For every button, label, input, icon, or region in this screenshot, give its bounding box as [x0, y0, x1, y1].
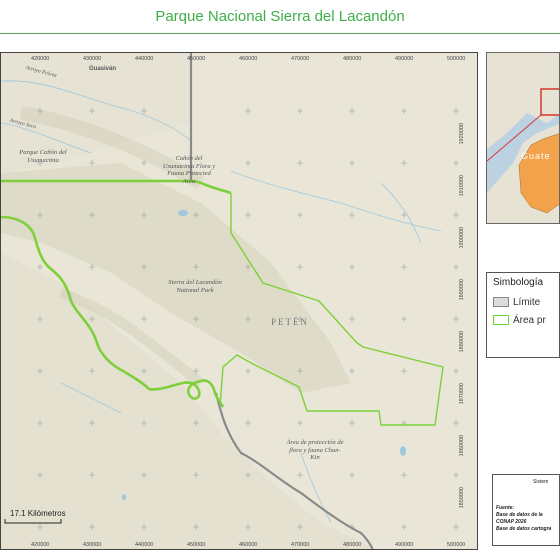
- x-tick: 450000: [187, 56, 206, 62]
- y-tick: 1870000: [459, 383, 465, 405]
- legend-item-limite: Límite: [493, 297, 540, 311]
- x-tick: 470000: [291, 56, 310, 62]
- y-tick: 1850000: [459, 487, 465, 509]
- x-tick: 440000: [135, 56, 154, 62]
- inset-country-label: Guate: [521, 151, 551, 161]
- sources-line: Fuente:: [496, 505, 515, 511]
- area-label-chankin: Área de protección de flora y fauna Chan…: [286, 439, 344, 461]
- x-tick: 490000: [395, 56, 414, 62]
- x-tick: 460000: [239, 56, 258, 62]
- map-canvas: [1, 53, 477, 549]
- y-tick: 1900000: [459, 227, 465, 249]
- sources-line: CONAP 2026: [496, 519, 527, 525]
- y-tick: 1890000: [459, 279, 465, 301]
- sources-header: Sistem: [533, 479, 549, 485]
- x-tick: 420000: [31, 56, 50, 62]
- area-label-sierra-park: Sierra del Lacandón National Park: [168, 279, 222, 294]
- x-tick: 430000: [83, 56, 102, 62]
- x-tick-bottom: 440000: [135, 542, 154, 548]
- x-tick: 500000: [447, 56, 466, 62]
- sources-line: Base de datos de la: [496, 512, 543, 518]
- map-title: Parque Nacional Sierra del Lacandón: [155, 8, 405, 25]
- legend: Simbología Límite Área pr: [486, 272, 560, 358]
- legend-label: Área pr: [513, 315, 546, 326]
- legend-swatch-limite: [493, 297, 509, 308]
- legend-swatch-area: [493, 315, 509, 326]
- scale-bar-label: 17.1 Kilómetros: [0, 509, 66, 518]
- sources-line: Base de datos cartogra: [496, 526, 552, 532]
- x-tick-bottom: 490000: [395, 542, 414, 548]
- title-divider: [0, 33, 560, 34]
- lake-3: [122, 494, 126, 500]
- locator-inset-map[interactable]: Guate: [486, 52, 560, 224]
- sources-text: Fuente: Base de datos de la CONAP 2026 B…: [496, 505, 551, 533]
- department-label-peten: PETÉN: [271, 317, 309, 327]
- x-tick: 480000: [343, 56, 362, 62]
- legend-item-area: Área pr: [493, 315, 546, 329]
- lake-2: [400, 446, 406, 456]
- legend-title: Simbología: [493, 277, 544, 288]
- inset-canvas: [487, 53, 559, 223]
- main-map[interactable]: 420000 430000 440000 450000 460000 47000…: [0, 52, 478, 550]
- sources-box: Sistem Fuente: Base de datos de la CONAP…: [492, 474, 560, 546]
- y-tick: 1880000: [459, 331, 465, 353]
- lake-1: [178, 210, 188, 216]
- y-tick: 1920000: [459, 123, 465, 145]
- x-tick-bottom: 460000: [239, 542, 258, 548]
- legend-label: Límite: [513, 297, 541, 308]
- x-tick-bottom: 500000: [447, 542, 466, 548]
- y-tick: 1910000: [459, 175, 465, 197]
- x-tick-bottom: 470000: [291, 542, 310, 548]
- area-label-canon-park: Parque Cañón del Usumacinta: [19, 149, 67, 164]
- x-tick-bottom: 480000: [343, 542, 362, 548]
- place-label-guasivan: Guasiván: [89, 66, 117, 72]
- x-tick-bottom: 450000: [187, 542, 206, 548]
- area-label-canon-protected: Cañón del Usumacinta Flora y Fauna Prote…: [162, 155, 216, 185]
- x-tick-bottom: 420000: [31, 542, 50, 548]
- x-tick-bottom: 430000: [83, 542, 102, 548]
- scale-text: 17.1 Kilómetros: [10, 509, 66, 518]
- y-tick: 1860000: [459, 435, 465, 457]
